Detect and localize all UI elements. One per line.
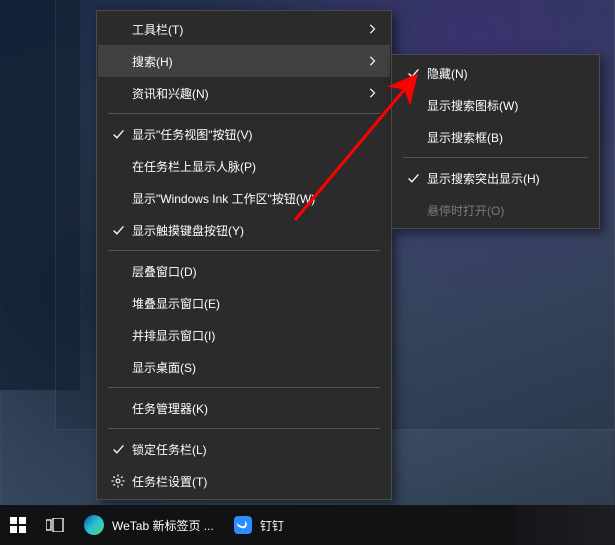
taskbar: WeTab 新标签页 ... 钉钉: [0, 505, 615, 545]
task-view-icon: [46, 518, 64, 532]
taskbar-menu-item[interactable]: 锁定任务栏(L): [98, 433, 390, 465]
taskbar-menu-item[interactable]: 堆叠显示窗口(E): [98, 287, 390, 319]
menu-item-label: 搜索(H): [132, 53, 362, 70]
dingtalk-icon: [234, 516, 252, 534]
taskbar-menu-item[interactable]: 在任务栏上显示人脉(P): [98, 150, 390, 182]
check-icon: [104, 128, 132, 141]
chevron-right-icon: [362, 88, 376, 98]
menu-item-label: 显示桌面(S): [132, 359, 362, 376]
taskbar-menu-item[interactable]: 任务栏设置(T): [98, 465, 390, 497]
menu-item-label: 显示"任务视图"按钮(V): [132, 126, 362, 143]
taskbar-menu-item[interactable]: 任务管理器(K): [98, 392, 390, 424]
menu-item-label: 任务管理器(K): [132, 400, 362, 417]
menu-separator: [108, 250, 380, 251]
taskbar-menu-item[interactable]: 工具栏(T): [98, 13, 390, 45]
taskbar-menu-item[interactable]: 显示"任务视图"按钮(V): [98, 118, 390, 150]
menu-item-label: 在任务栏上显示人脉(P): [132, 158, 362, 175]
menu-item-label: 工具栏(T): [132, 21, 362, 38]
menu-item-label: 悬停时打开(O): [427, 202, 570, 219]
menu-item-label: 层叠窗口(D): [132, 263, 362, 280]
menu-item-label: 资讯和兴趣(N): [132, 85, 362, 102]
menu-separator: [403, 157, 588, 158]
check-icon: [399, 67, 427, 80]
search-submenu-item: 悬停时打开(O): [393, 194, 598, 226]
windows-icon: [10, 517, 26, 533]
taskbar-menu-item[interactable]: 并排显示窗口(I): [98, 319, 390, 351]
menu-item-label: 显示触摸键盘按钮(Y): [132, 222, 362, 239]
taskbar-right-tray: [515, 505, 615, 545]
taskbar-menu-item[interactable]: 资讯和兴趣(N): [98, 77, 390, 109]
chevron-right-icon: [362, 56, 376, 66]
taskbar-app-label: 钉钉: [260, 517, 284, 534]
check-icon: [104, 224, 132, 237]
check-icon: [399, 172, 427, 185]
menu-separator: [108, 428, 380, 429]
taskbar-menu-item[interactable]: 层叠窗口(D): [98, 255, 390, 287]
taskbar-app-label: WeTab 新标签页 ...: [112, 517, 214, 534]
taskbar-app-wetab[interactable]: WeTab 新标签页 ...: [74, 505, 224, 545]
gear-icon: [104, 474, 132, 488]
menu-item-label: 隐藏(N): [427, 65, 570, 82]
menu-item-label: 堆叠显示窗口(E): [132, 295, 362, 312]
taskbar-context-menu: 工具栏(T) 搜索(H) 资讯和兴趣(N) 显示"任务视图"按钮(V) 在任务栏上显示人…: [96, 10, 392, 500]
menu-separator: [108, 113, 380, 114]
menu-item-label: 任务栏设置(T): [132, 473, 362, 490]
search-submenu-item[interactable]: 显示搜索框(B): [393, 121, 598, 153]
taskbar-menu-item[interactable]: 显示"Windows Ink 工作区"按钮(W): [98, 182, 390, 214]
taskbar-menu-item[interactable]: 搜索(H): [98, 45, 390, 77]
start-button[interactable]: [0, 505, 36, 545]
search-submenu-item[interactable]: 隐藏(N): [393, 57, 598, 89]
menu-item-label: 显示搜索图标(W): [427, 97, 570, 114]
search-submenu-item[interactable]: 显示搜索突出显示(H): [393, 162, 598, 194]
task-view-button[interactable]: [36, 505, 74, 545]
check-icon: [104, 443, 132, 456]
menu-separator: [108, 387, 380, 388]
taskbar-menu-item[interactable]: 显示触摸键盘按钮(Y): [98, 214, 390, 246]
menu-item-label: 并排显示窗口(I): [132, 327, 362, 344]
chevron-right-icon: [362, 24, 376, 34]
search-submenu: 隐藏(N) 显示搜索图标(W) 显示搜索框(B) 显示搜索突出显示(H) 悬停时打开(O…: [391, 54, 600, 229]
menu-item-label: 显示"Windows Ink 工作区"按钮(W): [132, 190, 362, 207]
edge-icon: [84, 515, 104, 535]
menu-item-label: 显示搜索突出显示(H): [427, 170, 570, 187]
menu-item-label: 锁定任务栏(L): [132, 441, 362, 458]
menu-item-label: 显示搜索框(B): [427, 129, 570, 146]
taskbar-menu-item[interactable]: 显示桌面(S): [98, 351, 390, 383]
taskbar-app-dingtalk[interactable]: 钉钉: [224, 505, 294, 545]
search-submenu-item[interactable]: 显示搜索图标(W): [393, 89, 598, 121]
